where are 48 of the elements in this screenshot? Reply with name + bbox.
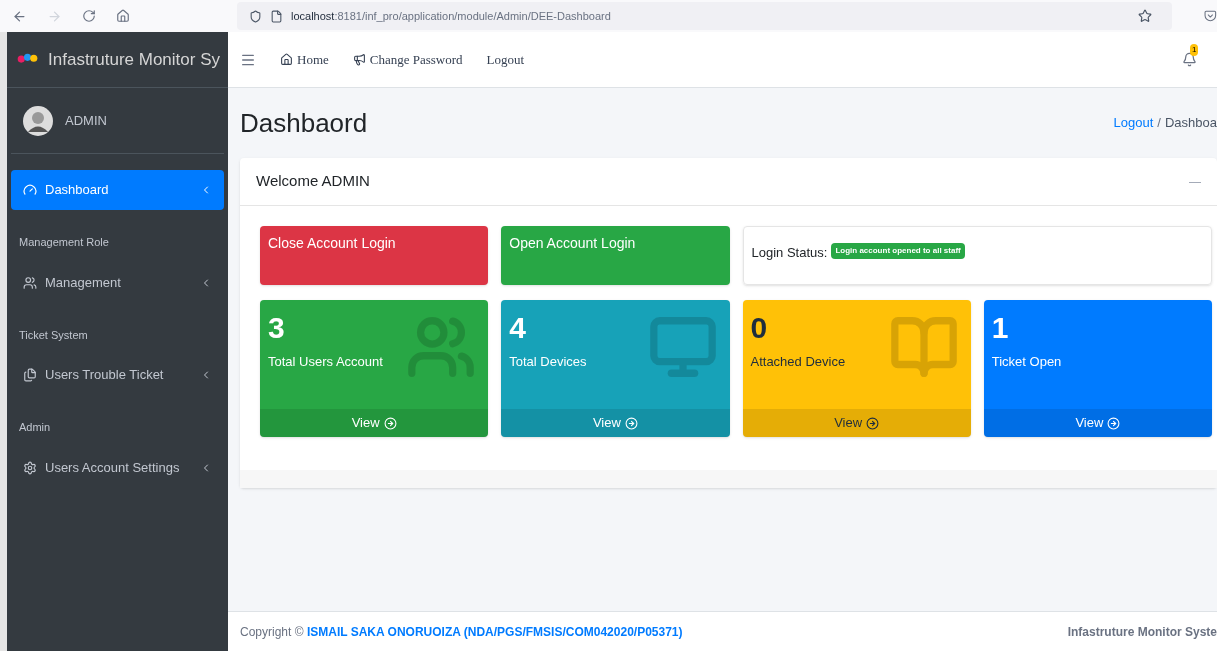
sidebar-item[interactable]: Users Account Settings [11, 447, 224, 488]
section-header: Management Role [18, 235, 110, 250]
section-header: Admin [18, 420, 52, 435]
view-link[interactable]: View [983, 409, 1212, 437]
stat-value: 0 [750, 310, 768, 346]
view-link[interactable]: View [742, 409, 971, 437]
action-button[interactable]: Close Account Login [260, 226, 489, 285]
shield-icon [249, 9, 262, 23]
breadcrumb-separator: / [1157, 114, 1161, 133]
breadcrumb-link[interactable]: Logout [1113, 113, 1154, 133]
page-icon [270, 9, 283, 23]
section-header: Ticket System [18, 327, 89, 343]
nav-link[interactable]: Change Password [352, 49, 463, 70]
brand-title[interactable]: Infastruture Monitor Sy [48, 46, 220, 73]
nav-link[interactable]: Logout [486, 49, 525, 70]
status-badge: Login account opened to all staff [831, 243, 965, 259]
view-link[interactable]: View [260, 409, 489, 437]
breadcrumb-current: Dashboa [1164, 114, 1217, 133]
stat-value: 3 [268, 310, 285, 346]
nav-link-icon [352, 53, 366, 66]
sidebar-item[interactable]: Management [11, 262, 224, 303]
login-status-label: Login Status: [751, 244, 828, 262]
footer-app-name: Infastruture Monitor Syste [1067, 623, 1217, 641]
stat-label: Ticket Open [991, 353, 1062, 371]
nav-link[interactable]: Home [280, 49, 329, 70]
avatar-icon [23, 105, 53, 136]
notification-badge: 1 [1190, 44, 1199, 56]
copyright-text: Copyright © ISMAIL SAKA ONORUOIZA (NDA/PGS/FMSIS/COM042020/P05371) [240, 623, 683, 641]
card-title: Welcome ADMIN [256, 171, 370, 192]
url-text: localhost:8181/inf_pro/application/module/Admin/DEE-Dashboard [291, 8, 611, 24]
back-icon[interactable] [12, 8, 27, 24]
view-link[interactable]: View [501, 409, 730, 437]
nav-link-icon [280, 53, 293, 66]
bookmark-icon[interactable] [1138, 9, 1153, 23]
pocket-icon[interactable] [1204, 9, 1217, 23]
sidebar-item[interactable]: Dashboard [11, 170, 224, 210]
stat-label: Attached Device [750, 353, 846, 371]
stat-value: 4 [509, 310, 526, 346]
stat-label: Total Users Account [268, 353, 383, 371]
page-title: Dashbaord [240, 106, 368, 140]
sidebar-item[interactable]: Users Trouble Ticket [11, 355, 224, 395]
home-icon[interactable] [116, 9, 130, 23]
reload-icon[interactable] [82, 9, 96, 23]
address-bar[interactable]: localhost:8181/inf_pro/application/module/Admin/DEE-Dashboard [237, 2, 1173, 30]
stat-label: Total Devices [509, 353, 587, 371]
user-name[interactable]: ADMIN [65, 110, 107, 131]
stat-value: 1 [991, 310, 1009, 346]
notification-icon[interactable] [1182, 52, 1197, 67]
